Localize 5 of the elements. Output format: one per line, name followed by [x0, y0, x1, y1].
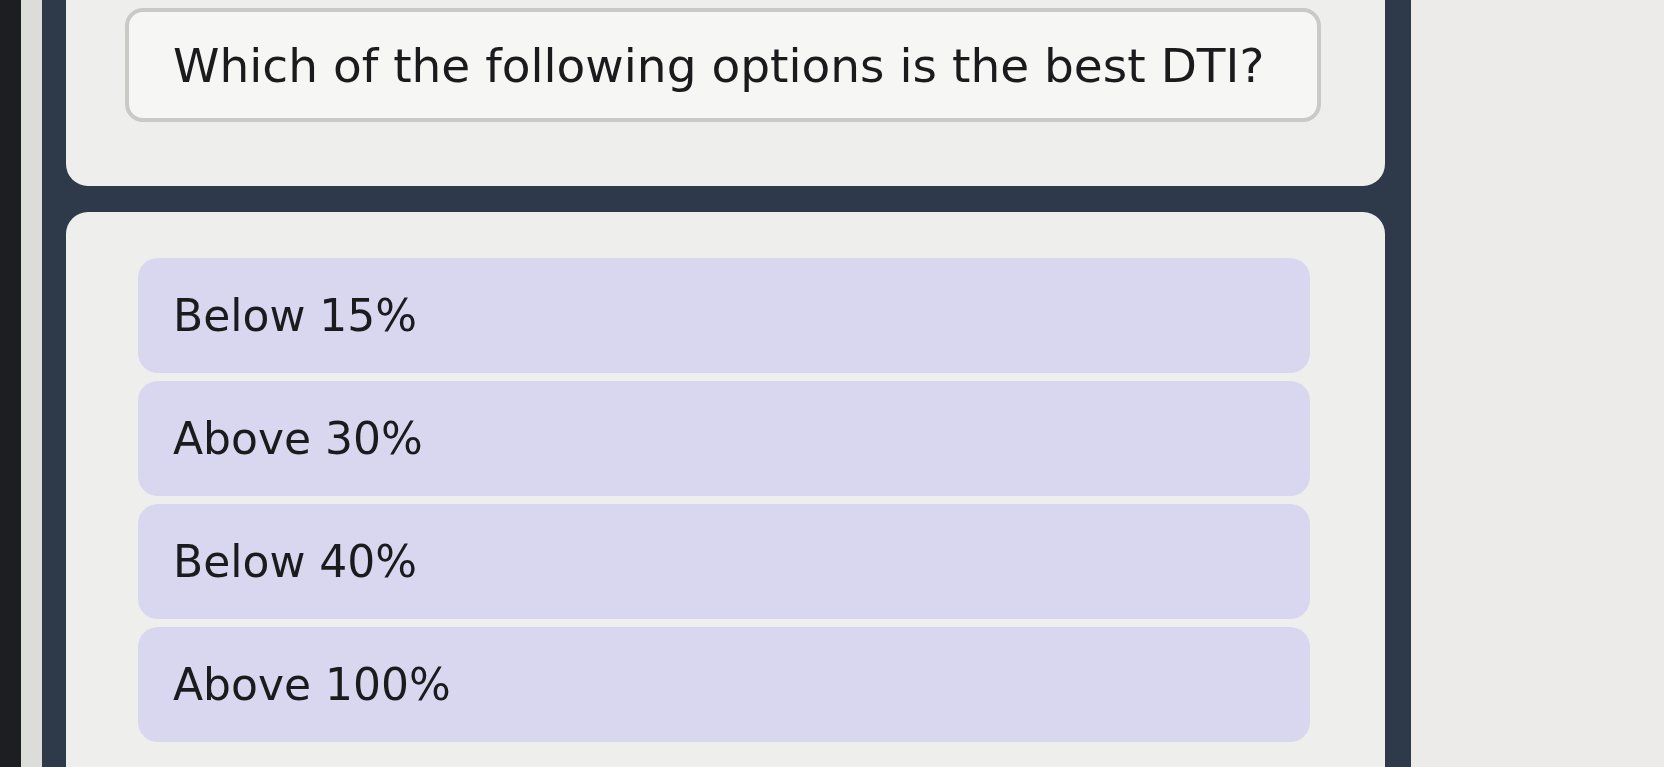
answer-option[interactable]: Below 40% [138, 504, 1310, 619]
answer-option[interactable]: Below 15% [138, 258, 1310, 373]
answer-option[interactable]: Above 30% [138, 381, 1310, 496]
answer-option[interactable]: Above 100% [138, 627, 1310, 742]
question-text: Which of the following options is the best DTI? [125, 8, 1321, 122]
